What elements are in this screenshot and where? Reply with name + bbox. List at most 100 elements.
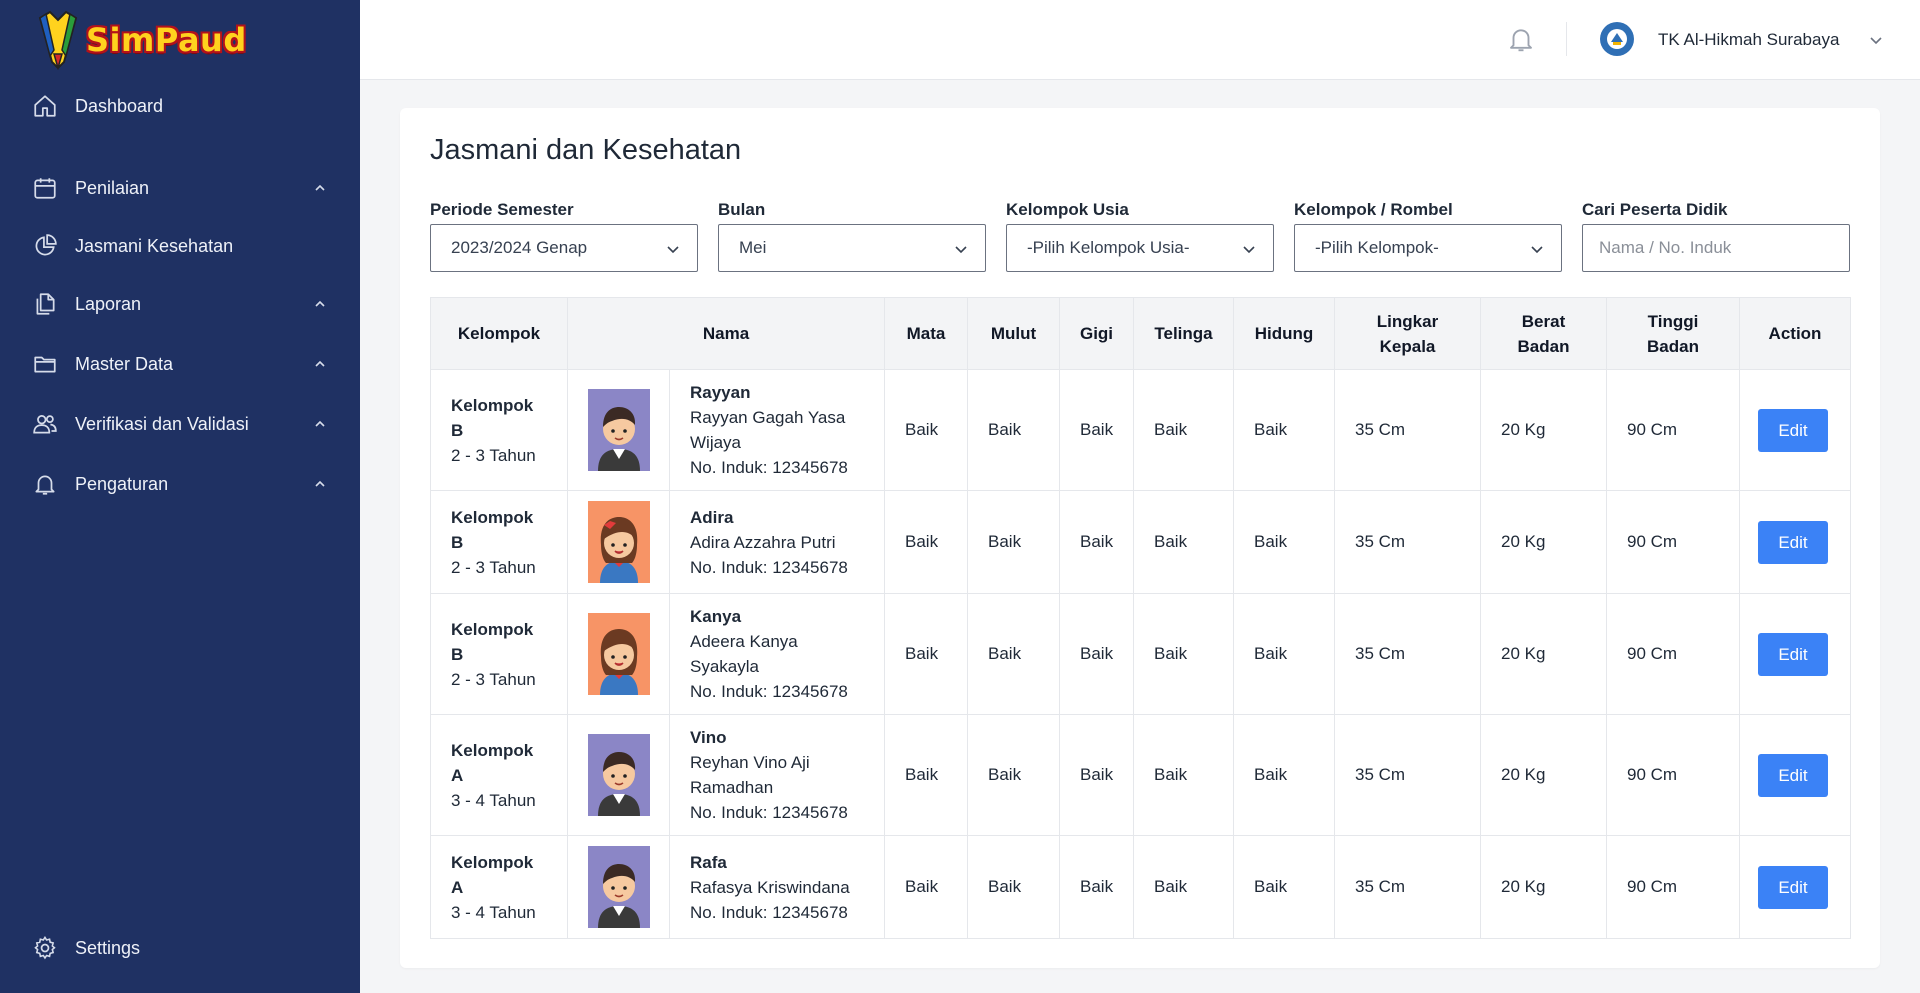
filter-search: Cari Peserta Didik bbox=[1582, 200, 1850, 272]
sidebar-item-label: Settings bbox=[75, 937, 141, 958]
kelompok-name: Kelompok bbox=[451, 619, 534, 639]
cell-lingkar-kepala: 35 Cm bbox=[1334, 369, 1481, 491]
cell-kelompok: Kelompok A 3 - 4 Tahun bbox=[430, 835, 568, 939]
cell-gigi: Baik bbox=[1059, 490, 1134, 594]
sidebar-item-label: Verifikasi dan Validasi bbox=[75, 413, 249, 434]
bulan-select[interactable]: Mei bbox=[718, 224, 986, 272]
sidebar-item-penilaian[interactable]: Penilaian bbox=[0, 164, 360, 212]
users-icon bbox=[31, 410, 59, 438]
kelompok-usia-select[interactable]: -Pilih Kelompok Usia- bbox=[1006, 224, 1274, 272]
chevron-down-icon[interactable] bbox=[1868, 32, 1884, 48]
chevron-down-icon bbox=[667, 246, 679, 254]
crayon-logo-icon bbox=[38, 10, 78, 70]
cell-telinga: Baik bbox=[1133, 490, 1234, 594]
chevron-up-icon[interactable] bbox=[312, 476, 328, 492]
col-lingkar-line1: Lingkar bbox=[1376, 311, 1439, 331]
filter-kelompok-usia: Kelompok Usia -Pilih Kelompok Usia- bbox=[1006, 200, 1274, 272]
chevron-down-icon bbox=[1531, 246, 1543, 254]
chevron-up-icon[interactable] bbox=[312, 180, 328, 196]
cell-photo bbox=[567, 593, 670, 715]
cell-mulut: Baik bbox=[967, 714, 1060, 836]
cell-telinga: Baik bbox=[1133, 714, 1234, 836]
cell-berat-badan: 20 Kg bbox=[1480, 369, 1607, 491]
edit-button[interactable]: Edit bbox=[1758, 753, 1828, 797]
cell-tinggi-badan: 90 Cm bbox=[1606, 714, 1740, 836]
table-row: Kelompok A 3 - 4 Tahun Vino Reyhan Vino Aji… bbox=[430, 714, 1851, 836]
cell-nama: Adira Adira Azzahra Putri No. Induk: 12345… bbox=[669, 490, 885, 594]
sidebar-item-pengaturan[interactable]: Pengaturan bbox=[0, 460, 360, 508]
student-fullname-line2: Wijaya bbox=[690, 433, 742, 452]
pie-chart-icon bbox=[31, 232, 59, 260]
select-value: -Pilih Kelompok- bbox=[1315, 238, 1439, 257]
boy-avatar-icon bbox=[588, 734, 650, 816]
notification-bell-icon[interactable] bbox=[1506, 24, 1538, 56]
sidebar-item-label: Laporan bbox=[75, 293, 142, 314]
filter-label: Periode Semester bbox=[430, 200, 574, 219]
cell-action: Edit bbox=[1739, 490, 1851, 594]
kelompok-usia: 2 - 3 Tahun bbox=[451, 557, 536, 577]
app-logo[interactable]: SimPaud bbox=[34, 10, 247, 70]
sidebar-item-master-data[interactable]: Master Data bbox=[0, 340, 360, 388]
school-name[interactable]: TK Al-Hikmah Surabaya bbox=[1658, 30, 1839, 50]
student-fullname-line2: Ramadhan bbox=[690, 778, 774, 797]
sidebar-item-laporan[interactable]: Laporan bbox=[0, 280, 360, 328]
cell-gigi: Baik bbox=[1059, 369, 1134, 491]
chevron-up-icon[interactable] bbox=[312, 356, 328, 372]
chevron-up-icon[interactable] bbox=[312, 296, 328, 312]
student-induk: No. Induk: 12345678 bbox=[690, 557, 848, 577]
periode-semester-select[interactable]: 2023/2024 Genap bbox=[430, 224, 698, 272]
sidebar-item-verifikasi[interactable]: Verifikasi dan Validasi bbox=[0, 400, 360, 448]
col-tinggi-badan: Tinggi Badan bbox=[1606, 297, 1740, 370]
cell-berat-badan: 20 Kg bbox=[1480, 714, 1607, 836]
kelompok-letter: B bbox=[451, 420, 464, 440]
cell-kelompok: Kelompok A 3 - 4 Tahun bbox=[430, 714, 568, 836]
search-input[interactable] bbox=[1599, 238, 1845, 258]
edit-button[interactable]: Edit bbox=[1758, 865, 1828, 909]
cell-berat-badan: 20 Kg bbox=[1480, 593, 1607, 715]
cell-gigi: Baik bbox=[1059, 593, 1134, 715]
sidebar-item-jasmani-kesehatan[interactable]: Jasmani Kesehatan bbox=[0, 222, 360, 270]
student-fullname-line1: Rafasya Kriswindana bbox=[690, 877, 850, 897]
cell-tinggi-badan: 90 Cm bbox=[1606, 490, 1740, 594]
col-mulut: Mulut bbox=[967, 297, 1060, 370]
folder-icon bbox=[31, 350, 59, 378]
cell-tinggi-badan: 90 Cm bbox=[1606, 835, 1740, 939]
col-tinggi-line2: Badan bbox=[1647, 336, 1699, 356]
boy-avatar-icon bbox=[588, 389, 650, 471]
boy-avatar-icon bbox=[588, 846, 650, 928]
cell-mulut: Baik bbox=[967, 593, 1060, 715]
cell-mata: Baik bbox=[884, 593, 968, 715]
edit-button[interactable]: Edit bbox=[1758, 408, 1828, 452]
cell-mata: Baik bbox=[884, 714, 968, 836]
sidebar-item-settings[interactable]: Settings bbox=[0, 924, 360, 972]
edit-button[interactable]: Edit bbox=[1758, 520, 1828, 564]
student-nickname: Kanya bbox=[690, 607, 742, 626]
select-value: 2023/2024 Genap bbox=[451, 238, 588, 257]
table-row: Kelompok B 2 - 3 Tahun Rayyan Rayyan Gagah … bbox=[430, 369, 1851, 491]
rombel-select[interactable]: -Pilih Kelompok- bbox=[1294, 224, 1562, 272]
sidebar-item-label: Jasmani Kesehatan bbox=[75, 235, 234, 256]
student-induk: No. Induk: 12345678 bbox=[690, 803, 848, 822]
calendar-icon bbox=[31, 174, 59, 202]
chevron-down-icon bbox=[955, 246, 967, 254]
select-value: -Pilih Kelompok Usia- bbox=[1027, 238, 1190, 257]
cell-hidung: Baik bbox=[1233, 490, 1335, 594]
student-fullname-line1: Adira Azzahra Putri bbox=[690, 532, 836, 552]
col-action: Action bbox=[1739, 297, 1851, 370]
cell-action: Edit bbox=[1739, 835, 1851, 939]
cell-action: Edit bbox=[1739, 714, 1851, 836]
home-icon bbox=[31, 92, 59, 120]
edit-button[interactable]: Edit bbox=[1758, 632, 1828, 676]
kelompok-name: Kelompok bbox=[451, 507, 534, 527]
cell-berat-badan: 20 Kg bbox=[1480, 835, 1607, 939]
kelompok-name: Kelompok bbox=[451, 395, 534, 415]
chevron-up-icon[interactable] bbox=[312, 416, 328, 432]
filter-rombel: Kelompok / Rombel -Pilih Kelompok- bbox=[1294, 200, 1562, 272]
kelompok-usia: 2 - 3 Tahun bbox=[451, 669, 536, 689]
page-title: Jasmani dan Kesehatan bbox=[430, 134, 742, 166]
student-fullname-line1: Rayyan Gagah Yasa bbox=[690, 408, 846, 427]
student-induk: No. Induk: 12345678 bbox=[690, 682, 848, 701]
cell-telinga: Baik bbox=[1133, 369, 1234, 491]
cell-hidung: Baik bbox=[1233, 714, 1335, 836]
sidebar-item-dashboard[interactable]: Dashboard bbox=[0, 82, 360, 130]
